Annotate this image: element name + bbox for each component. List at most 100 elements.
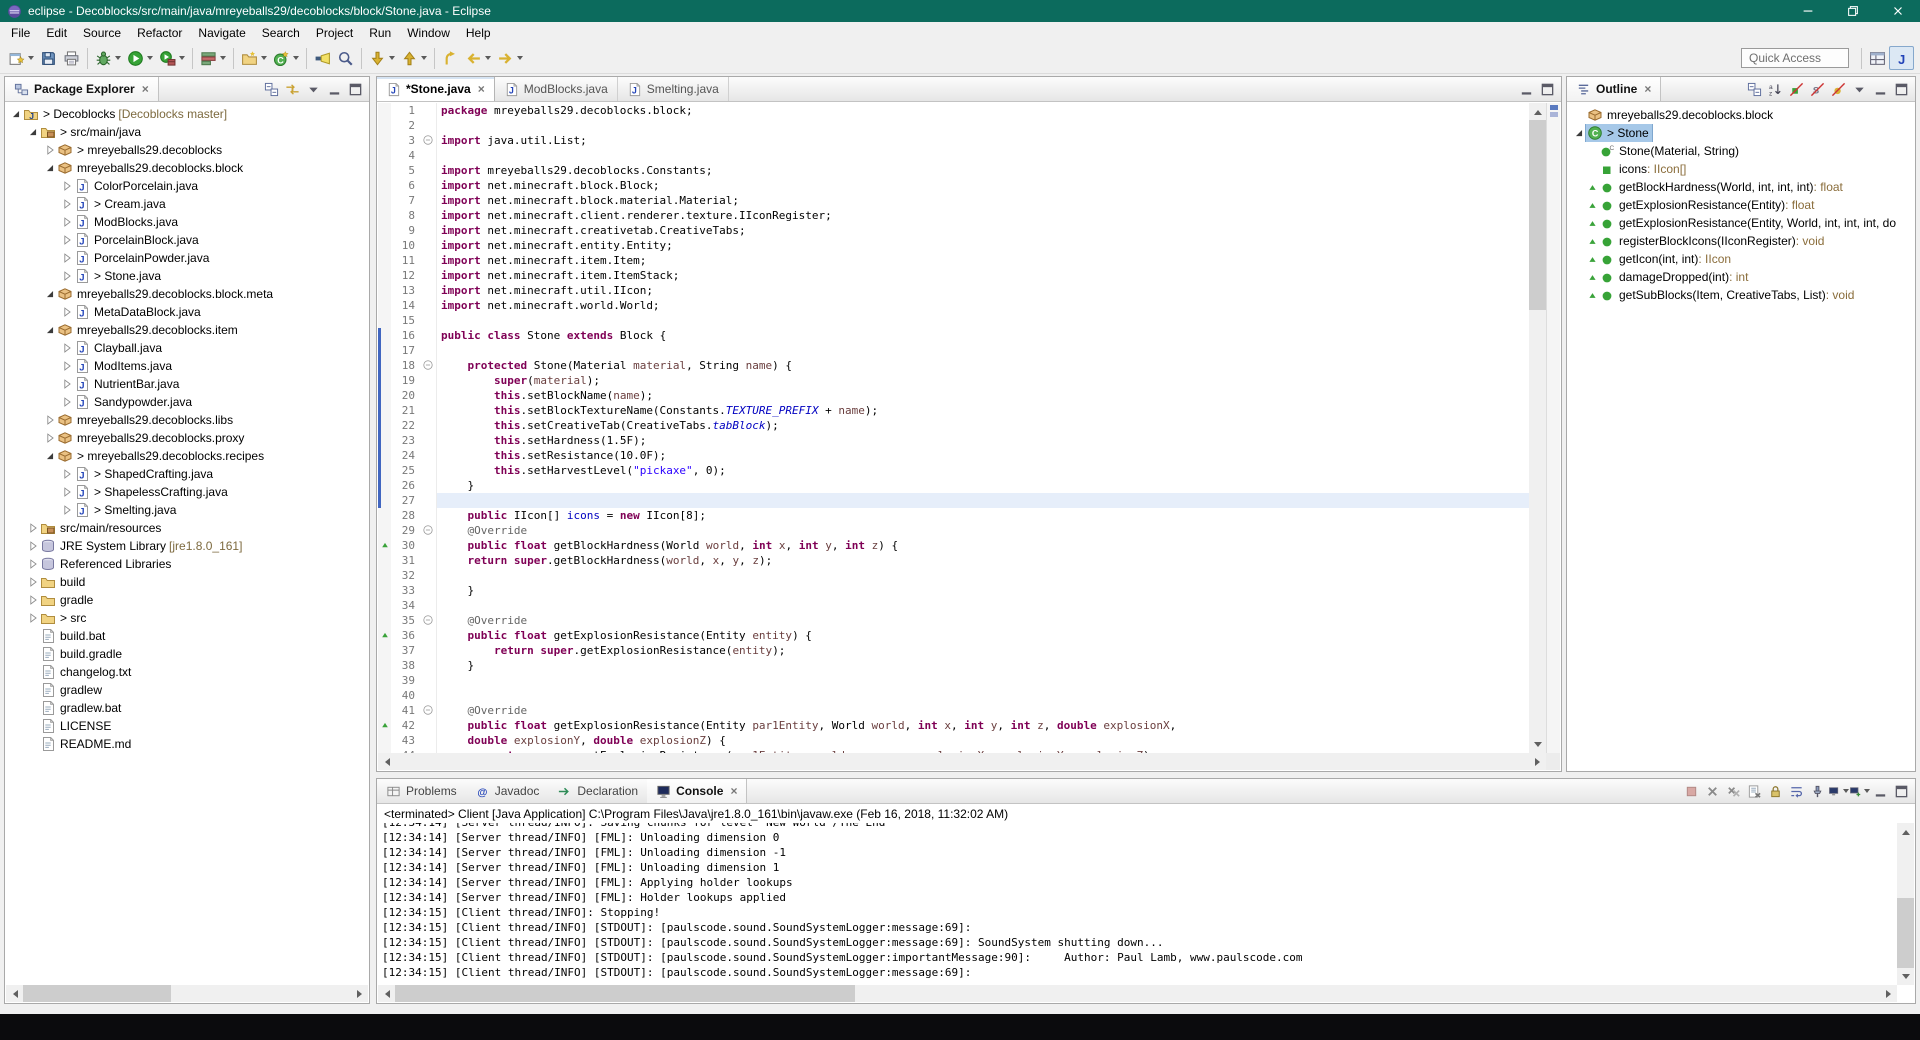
menu-source[interactable]: Source bbox=[75, 23, 129, 43]
tab-javadoc[interactable]: @Javadoc bbox=[466, 779, 549, 803]
last-edit-location-button[interactable] bbox=[439, 46, 462, 70]
hide-fields-button[interactable] bbox=[1786, 79, 1807, 100]
editor-horizontal-scrollbar[interactable] bbox=[378, 753, 1546, 770]
overview-marker[interactable] bbox=[1550, 112, 1558, 117]
code-line[interactable]: } bbox=[437, 478, 1529, 493]
collapse-arrow-icon[interactable] bbox=[1572, 126, 1586, 140]
fold-collapse-icon[interactable] bbox=[422, 134, 434, 146]
code-line[interactable]: import net.minecraft.world.World; bbox=[437, 298, 1529, 313]
menu-file[interactable]: File bbox=[3, 23, 38, 43]
expand-arrow-icon[interactable] bbox=[43, 413, 57, 427]
external-tools-dropdown-icon[interactable] bbox=[179, 56, 185, 60]
code-line[interactable]: public class Stone extends Block { bbox=[437, 328, 1529, 343]
scrollbar-track[interactable] bbox=[23, 985, 351, 1002]
new-wizard-dropdown-icon[interactable] bbox=[28, 56, 34, 60]
tree-item[interactable]: JRE System Library[jre1.8.0_161] bbox=[6, 537, 368, 555]
menu-help[interactable]: Help bbox=[458, 23, 499, 43]
restore-window-button[interactable] bbox=[1830, 0, 1875, 22]
code-line[interactable] bbox=[437, 688, 1529, 703]
minimize-window-button[interactable] bbox=[1785, 0, 1830, 22]
code-line[interactable]: this.setBlockName(name); bbox=[437, 388, 1529, 403]
scrollbar-thumb[interactable] bbox=[1529, 120, 1546, 310]
expand-arrow-icon[interactable] bbox=[26, 539, 40, 553]
console-output[interactable]: [12:34:14] [Server thread/INFO]: Saving … bbox=[378, 823, 1897, 985]
expand-arrow-icon[interactable] bbox=[60, 341, 74, 355]
tree-item[interactable]: gradlew.bat bbox=[6, 699, 368, 717]
sort-button[interactable]: az bbox=[1765, 79, 1786, 100]
expand-arrow-icon[interactable] bbox=[60, 197, 74, 211]
code-line[interactable] bbox=[437, 148, 1529, 163]
new-wizard-button[interactable] bbox=[5, 46, 37, 70]
code-line[interactable]: import net.minecraft.item.ItemStack; bbox=[437, 268, 1529, 283]
new-java-project-dropdown-icon[interactable] bbox=[261, 56, 267, 60]
expand-arrow-icon[interactable] bbox=[43, 431, 57, 445]
tree-item[interactable]: mreyeballs29.decoblocks.block.meta bbox=[6, 285, 368, 303]
word-wrap-button[interactable] bbox=[1786, 781, 1807, 802]
code-line[interactable]: this.setResistance(10.0F); bbox=[437, 448, 1529, 463]
code-line[interactable]: import java.util.List; bbox=[437, 133, 1529, 148]
tree-item[interactable]: gradle bbox=[6, 591, 368, 609]
scroll-right-button[interactable] bbox=[1880, 985, 1897, 1002]
open-perspective-button[interactable] bbox=[1866, 46, 1889, 70]
menu-search[interactable]: Search bbox=[254, 23, 308, 43]
minimize-view-button[interactable] bbox=[1870, 79, 1891, 100]
tab-problems[interactable]: Problems bbox=[377, 779, 466, 803]
code-line[interactable]: import net.minecraft.creativetab.Creativ… bbox=[437, 223, 1529, 238]
tree-item[interactable]: JClayball.java bbox=[6, 339, 368, 357]
open-console-button[interactable] bbox=[1849, 781, 1870, 802]
fold-collapse-icon[interactable] bbox=[422, 359, 434, 371]
view-menu-button[interactable] bbox=[303, 79, 324, 100]
outline-item[interactable]: getIcon(int, int) : IIcon bbox=[1568, 250, 1914, 268]
code-line[interactable] bbox=[437, 343, 1529, 358]
scrollbar-thumb[interactable] bbox=[1897, 898, 1914, 968]
tree-item[interactable]: JNutrientBar.java bbox=[6, 375, 368, 393]
hide-non-public-button[interactable] bbox=[1828, 79, 1849, 100]
code-line[interactable]: @Override bbox=[437, 523, 1529, 538]
remove-all-launches-button[interactable] bbox=[1723, 781, 1744, 802]
expand-arrow-icon[interactable] bbox=[26, 611, 40, 625]
overview-marker[interactable] bbox=[1550, 105, 1558, 110]
close-view-icon[interactable]: × bbox=[730, 784, 737, 798]
scroll-up-button[interactable] bbox=[1897, 823, 1914, 840]
code-line[interactable] bbox=[437, 118, 1529, 133]
previous-annotation-dropdown-icon[interactable] bbox=[421, 56, 427, 60]
annotation-ruler[interactable] bbox=[378, 103, 391, 753]
tree-item[interactable]: mreyeballs29.decoblocks.libs bbox=[6, 411, 368, 429]
menu-project[interactable]: Project bbox=[308, 23, 361, 43]
outline-item[interactable]: getSubBlocks(Item, CreativeTabs, List) :… bbox=[1568, 286, 1914, 304]
menu-window[interactable]: Window bbox=[399, 23, 458, 43]
fold-collapse-icon[interactable] bbox=[422, 614, 434, 626]
tree-item[interactable]: Referenced Libraries bbox=[6, 555, 368, 573]
code-line[interactable]: } bbox=[437, 583, 1529, 598]
outline-item[interactable]: registerBlockIcons(IIconRegister) : void bbox=[1568, 232, 1914, 250]
expand-arrow-icon[interactable] bbox=[60, 305, 74, 319]
code-line[interactable]: this.setBlockTextureName(Constants.TEXTU… bbox=[437, 403, 1529, 418]
tree-item[interactable]: LICENSE bbox=[6, 717, 368, 735]
coverage-button[interactable] bbox=[197, 46, 229, 70]
tree-item[interactable]: JColorPorcelain.java bbox=[6, 177, 368, 195]
editor-vertical-scrollbar[interactable] bbox=[1529, 103, 1546, 753]
forward-dropdown-icon[interactable] bbox=[517, 56, 523, 60]
print-button[interactable] bbox=[60, 46, 83, 70]
code-line[interactable]: double explosionY, double explosionZ) { bbox=[437, 733, 1529, 748]
scroll-lock-button[interactable] bbox=[1765, 781, 1786, 802]
tree-item[interactable]: build.bat bbox=[6, 627, 368, 645]
code-line[interactable] bbox=[437, 568, 1529, 583]
outline-item[interactable]: getExplosionResistance(Entity, World, in… bbox=[1568, 214, 1914, 232]
tree-item[interactable]: mreyeballs29.decoblocks.item bbox=[6, 321, 368, 339]
tree-item[interactable]: J> ShapedCrafting.java bbox=[6, 465, 368, 483]
code-line[interactable]: this.setHardness(1.5F); bbox=[437, 433, 1529, 448]
minimize-view-button[interactable] bbox=[1870, 781, 1891, 802]
tree-item[interactable]: JPorcelainBlock.java bbox=[6, 231, 368, 249]
minimize-view-button[interactable] bbox=[1516, 79, 1537, 100]
scrollbar-track[interactable] bbox=[395, 753, 1529, 770]
scrollbar-track[interactable] bbox=[395, 985, 1880, 1002]
code-line[interactable]: super(material); bbox=[437, 373, 1529, 388]
expand-arrow-icon[interactable] bbox=[43, 143, 57, 157]
code-line[interactable]: this.setCreativeTab(CreativeTabs.tabBloc… bbox=[437, 418, 1529, 433]
expand-arrow-icon[interactable] bbox=[60, 251, 74, 265]
code-line[interactable]: import net.minecraft.block.Block; bbox=[437, 178, 1529, 193]
search-button[interactable] bbox=[311, 46, 334, 70]
terminate-button[interactable] bbox=[1681, 781, 1702, 802]
previous-annotation-button[interactable] bbox=[398, 46, 430, 70]
